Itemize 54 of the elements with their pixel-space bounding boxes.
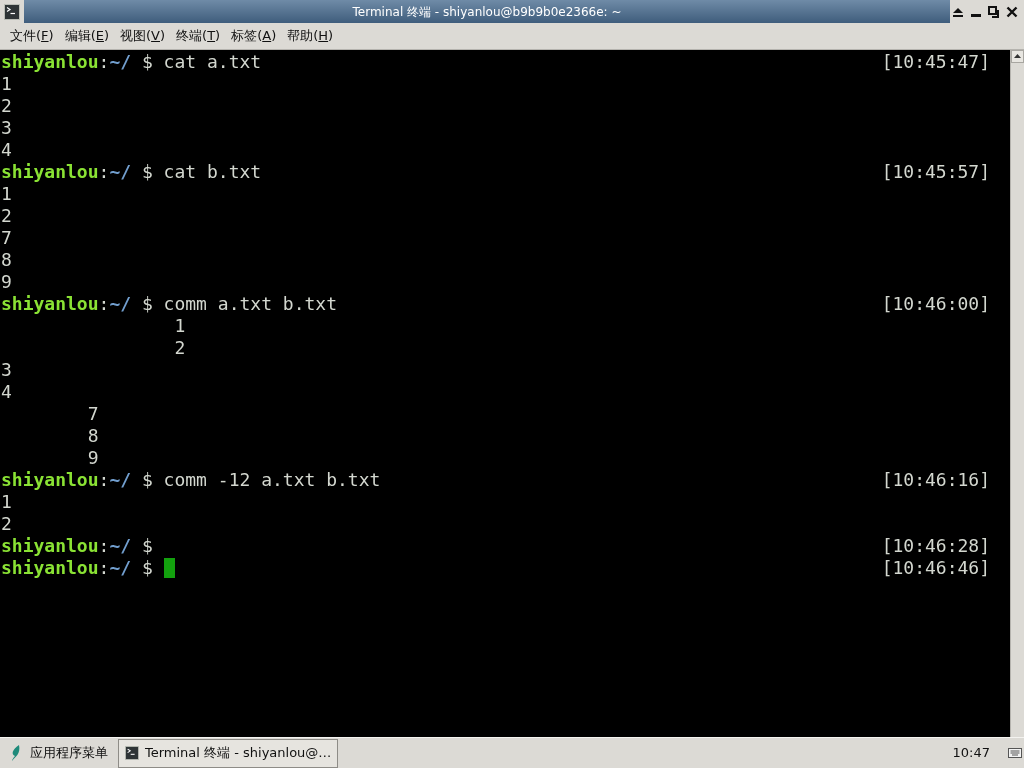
restore-icon — [988, 5, 1000, 18]
shell-prompt: shiyanlou:~/ $ — [1, 293, 153, 315]
menu-item[interactable]: 文件(F) — [5, 26, 59, 46]
terminal-icon — [125, 746, 139, 760]
output-text: 1 — [1, 183, 12, 204]
output-text: 2 — [1, 95, 12, 116]
leaf-icon — [10, 744, 22, 762]
maximize-button[interactable] — [986, 3, 1002, 20]
timestamp: [10:46:28] — [881, 535, 990, 557]
output-text: 7 — [1, 227, 12, 248]
close-icon — [1006, 5, 1018, 18]
terminal-icon — [4, 3, 20, 20]
output-text: 3 — [1, 117, 12, 138]
shell-prompt: shiyanlou:~/ $ — [1, 557, 153, 579]
menu-item[interactable]: 终端(T) — [171, 26, 226, 46]
output-text: 9 — [87, 447, 99, 468]
output-text: 2 — [1, 513, 12, 534]
minimize-icon — [971, 14, 981, 17]
output-text: 9 — [1, 271, 12, 292]
timestamp: [10:46:46] — [881, 557, 990, 579]
command-text: comm a.txt b.txt — [163, 293, 337, 315]
shell-prompt: shiyanlou:~/ $ — [1, 51, 153, 73]
output-text: 7 — [87, 403, 99, 424]
command-text: comm -12 a.txt b.txt — [163, 469, 381, 491]
output-text: 4 — [1, 381, 12, 402]
app-menu-button[interactable]: 应用程序菜单 — [6, 740, 112, 766]
scrollbar[interactable] — [1010, 50, 1024, 737]
output-text: 2 — [1, 205, 12, 226]
output-text: 8 — [1, 249, 12, 270]
command-text: cat b.txt — [163, 161, 262, 183]
shell-prompt: shiyanlou:~/ $ — [1, 535, 153, 557]
window-title: Terminal 终端 - shiyanlou@b9b9b0e2366e: ~ — [352, 3, 622, 21]
output-text: 1 — [174, 315, 186, 336]
timestamp: [10:45:57] — [881, 161, 990, 183]
timestamp: [10:46:00] — [881, 293, 990, 315]
timestamp: [10:45:47] — [881, 51, 990, 73]
menu-item[interactable]: 帮助(H) — [282, 26, 339, 46]
clock: 10:47 — [952, 744, 990, 763]
menu-item[interactable]: 标签(A) — [226, 26, 282, 46]
keyboard-icon[interactable] — [1008, 746, 1022, 760]
output-text: 4 — [1, 139, 12, 160]
output-text: 8 — [87, 425, 99, 446]
output-text: 3 — [1, 359, 12, 380]
taskbar-window-button[interactable]: Terminal 终端 - shiyanlou@… — [118, 738, 339, 768]
menu-item[interactable]: 编辑(E) — [59, 26, 114, 46]
output-text: 1 — [1, 491, 12, 512]
shell-prompt: shiyanlou:~/ $ — [1, 469, 153, 491]
timestamp: [10:46:16] — [881, 469, 990, 491]
shade-icon — [952, 6, 964, 17]
output-text: 1 — [1, 73, 12, 94]
shell-prompt: shiyanlou:~/ $ — [1, 161, 153, 183]
output-text: 2 — [174, 337, 186, 358]
menu-item[interactable]: 视图(V) — [115, 26, 171, 46]
command-text: cat a.txt — [163, 51, 262, 73]
